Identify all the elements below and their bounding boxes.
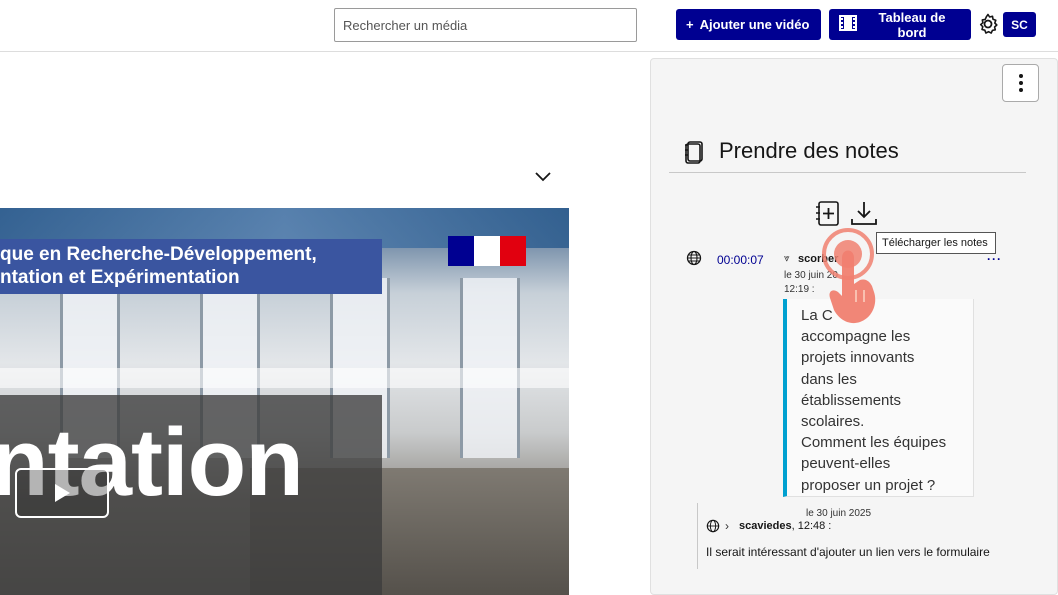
note-line: scolaires. [801,413,865,431]
video-player[interactable]: que en Recherche-Développement, ntation … [0,208,569,595]
notes-divider [669,172,1026,173]
reply-author-line: scaviedes, 12:48 : [739,520,831,532]
chevron-down-icon[interactable] [534,170,552,184]
note-line: Comment les équipes [801,434,947,452]
plus-icon: + [686,17,694,32]
top-bar: + Ajouter une vidéo Tableau de bord SC [0,0,1058,52]
notebook-icon [683,140,705,164]
reply-date: le 30 juin 2025 [806,508,872,519]
film-icon [839,15,857,34]
globe-icon [706,519,720,533]
note-line: projets innovants [801,349,915,367]
play-icon [55,484,70,502]
reply-thread-line [697,503,698,569]
republic-flag-logo [448,236,526,266]
add-video-label: Ajouter une vidéo [699,17,810,32]
reply-time: , 12:48 : [791,520,832,532]
notes-title: Prendre des notes [719,138,899,163]
note-line: peuvent-elles [801,455,891,473]
dashboard-button[interactable]: Tableau de bord [829,9,971,40]
add-video-button[interactable]: + Ajouter une vidéo [676,9,821,40]
tap-hand-icon [812,218,902,338]
note-line: établissements [801,391,902,409]
gear-icon[interactable] [976,12,1000,36]
reply-text: Il serait intéressant d'ajouter un lien … [706,545,990,559]
note-more-button[interactable]: ··· [987,252,1002,266]
note-line: proposer un projet ? [801,476,936,494]
globe-icon [686,250,702,266]
more-options-button[interactable] [1002,64,1039,102]
double-chevron-down-icon[interactable]: ⩔ [784,253,790,264]
chevron-right-icon[interactable]: › [725,519,729,533]
video-glass-band [0,368,569,388]
video-banner-line2: ntation et Expérimentation [0,267,240,288]
search-input[interactable] [334,8,637,42]
reply-author: scaviedes [739,520,792,532]
note-timestamp-link[interactable]: 00:00:07 [717,253,764,267]
avatar[interactable]: SC [1003,12,1036,37]
note-time: 12:19 : [784,284,815,295]
video-banner: que en Recherche-Développement, ntation … [0,239,382,294]
dashboard-label: Tableau de bord [878,9,946,40]
note-line: dans les [801,370,857,388]
play-button[interactable] [15,468,109,518]
video-banner-line1: que en Recherche-Développement, [0,244,317,265]
